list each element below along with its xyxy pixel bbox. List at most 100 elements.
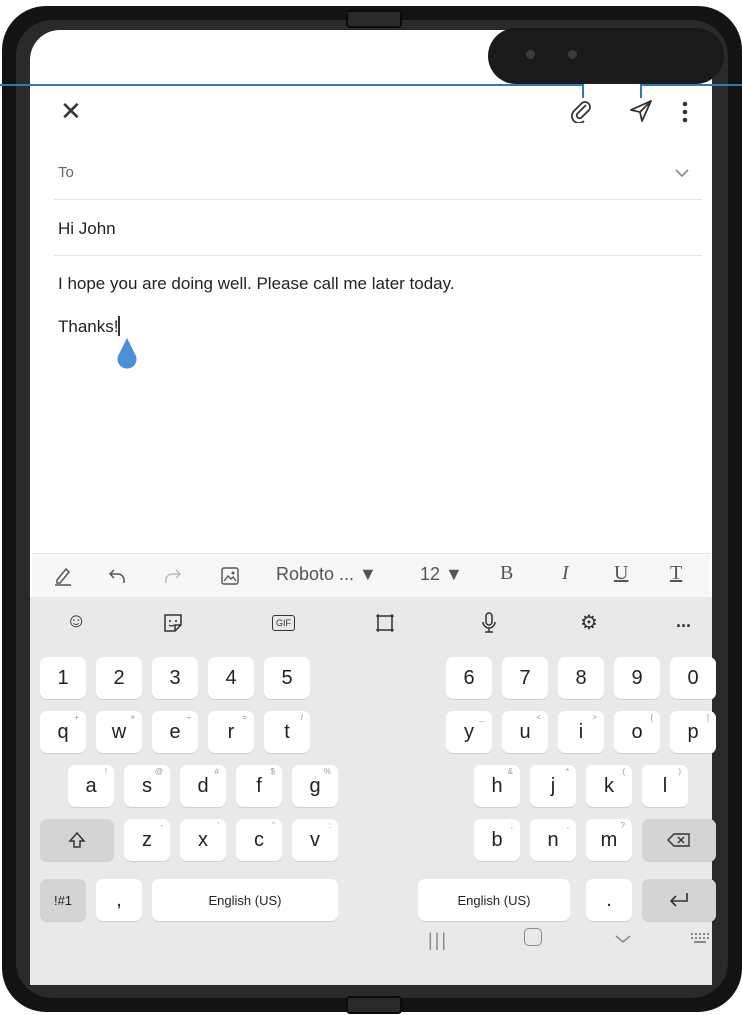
key-label: !#1 <box>53 892 73 908</box>
back-chevron-icon[interactable] <box>614 934 632 944</box>
divider <box>54 199 702 200</box>
backspace-key[interactable] <box>642 819 716 861</box>
more-options-icon[interactable] <box>680 100 690 124</box>
home-icon[interactable] <box>524 928 542 946</box>
shift-icon <box>68 831 86 848</box>
key-f[interactable]: f $ <box>236 765 282 807</box>
key-sublabel: * <box>565 767 569 776</box>
key-label: 0 <box>687 666 699 689</box>
key-d[interactable]: d # <box>180 765 226 807</box>
key-label: j <box>550 774 556 797</box>
key-l[interactable]: l) <box>642 765 688 807</box>
key-6[interactable]: 6 <box>446 657 492 699</box>
key-u[interactable]: u < <box>502 711 548 753</box>
key-period[interactable]: . <box>586 879 632 921</box>
gif-button[interactable]: GIF <box>272 615 295 631</box>
key-sublabel: - <box>160 821 163 830</box>
italic-button[interactable]: I <box>562 562 569 585</box>
body-line-1[interactable]: I hope you are doing well. Please call m… <box>58 274 455 294</box>
key-2[interactable]: 2 <box>96 657 142 699</box>
key-s[interactable]: s @ <box>124 765 170 807</box>
key-1[interactable]: 1 <box>40 657 86 699</box>
key-e[interactable]: e ÷ <box>152 711 198 753</box>
key-sublabel: ÷ <box>186 713 191 722</box>
key-label: 9 <box>631 666 643 689</box>
key-k[interactable]: k( <box>586 765 632 807</box>
key-label: v <box>310 828 320 851</box>
microphone-icon[interactable] <box>480 611 498 635</box>
hinge-bottom <box>346 996 402 1014</box>
key-x[interactable]: x ' <box>180 819 226 861</box>
key-g[interactable]: g% <box>292 765 338 807</box>
body-line-2-text: Thanks! <box>58 317 119 336</box>
space-key-right[interactable]: English (US) <box>418 879 570 921</box>
key-5[interactable]: 5 <box>264 657 310 699</box>
more-icon[interactable]: ... <box>676 611 691 632</box>
cursor-handle[interactable] <box>115 336 139 370</box>
image-icon[interactable] <box>220 566 240 586</box>
underline-button[interactable]: U <box>614 562 628 585</box>
key-i[interactable]: i > <box>558 711 604 753</box>
key-9[interactable]: 9 <box>614 657 660 699</box>
keyboard-hide-icon[interactable] <box>690 932 712 946</box>
key-sublabel: ; <box>510 821 513 830</box>
key-sublabel: > <box>592 713 597 722</box>
bold-button[interactable]: B <box>500 562 513 585</box>
key-sublabel: % <box>323 767 331 776</box>
redo-icon[interactable] <box>164 568 182 584</box>
undo-icon[interactable] <box>108 568 126 584</box>
key-sublabel: , <box>566 821 569 830</box>
emoji-icon[interactable]: ☺ <box>66 610 86 633</box>
key-z[interactable]: z- <box>124 819 170 861</box>
key-label: 4 <box>225 666 237 689</box>
key-0[interactable]: 0 <box>670 657 716 699</box>
key-3[interactable]: 3 <box>152 657 198 699</box>
resize-icon[interactable] <box>374 612 396 634</box>
key-label: k <box>604 774 614 797</box>
chevron-down-icon[interactable] <box>674 168 690 178</box>
key-r[interactable]: r = <box>208 711 254 753</box>
symbols-key[interactable]: !#1 <box>40 879 86 921</box>
enter-key[interactable] <box>642 879 716 921</box>
font-size-selector[interactable]: 12 ▼ <box>420 564 463 585</box>
key-c[interactable]: c " <box>236 819 282 861</box>
font-selector[interactable]: Roboto ... ▼ <box>276 564 377 585</box>
send-icon[interactable] <box>628 98 654 124</box>
callout-line-attach <box>0 84 584 86</box>
key-sublabel: # <box>214 767 219 776</box>
space-key-left[interactable]: English (US) <box>152 879 338 921</box>
camera-lens <box>568 50 577 59</box>
key-q[interactable]: q + <box>40 711 86 753</box>
sticker-icon[interactable] <box>162 612 184 634</box>
key-8[interactable]: 8 <box>558 657 604 699</box>
key-7[interactable]: 7 <box>502 657 548 699</box>
body-line-2[interactable]: Thanks! <box>58 316 121 337</box>
key-w[interactable]: w × <box>96 711 142 753</box>
key-label: c <box>254 828 264 851</box>
key-p[interactable]: p] <box>670 711 716 753</box>
key-o[interactable]: o[ <box>614 711 660 753</box>
key-label: 7 <box>519 666 531 689</box>
recent-apps-icon[interactable]: ||| <box>428 930 448 951</box>
close-icon[interactable]: ✕ <box>60 98 82 124</box>
key-label: f <box>256 774 262 797</box>
pen-icon[interactable] <box>54 566 72 586</box>
key-t[interactable]: t / <box>264 711 310 753</box>
key-m[interactable]: m? <box>586 819 632 861</box>
key-n[interactable]: n, <box>530 819 576 861</box>
key-b[interactable]: b; <box>474 819 520 861</box>
key-4[interactable]: 4 <box>208 657 254 699</box>
key-a[interactable]: a! <box>68 765 114 807</box>
settings-gear-icon[interactable]: ⚙ <box>580 610 598 635</box>
text-color-button[interactable]: T <box>670 562 682 585</box>
attach-icon[interactable] <box>570 99 592 123</box>
key-j[interactable]: j * <box>530 765 576 807</box>
key-v[interactable]: v: <box>292 819 338 861</box>
key-y[interactable]: y _ <box>446 711 492 753</box>
key-label: x <box>198 828 208 851</box>
key-h[interactable]: h & <box>474 765 520 807</box>
subject-field[interactable]: Hi John <box>58 219 116 239</box>
shift-key[interactable] <box>40 819 114 861</box>
backspace-icon <box>667 833 690 847</box>
key-comma[interactable]: , <box>96 879 142 921</box>
